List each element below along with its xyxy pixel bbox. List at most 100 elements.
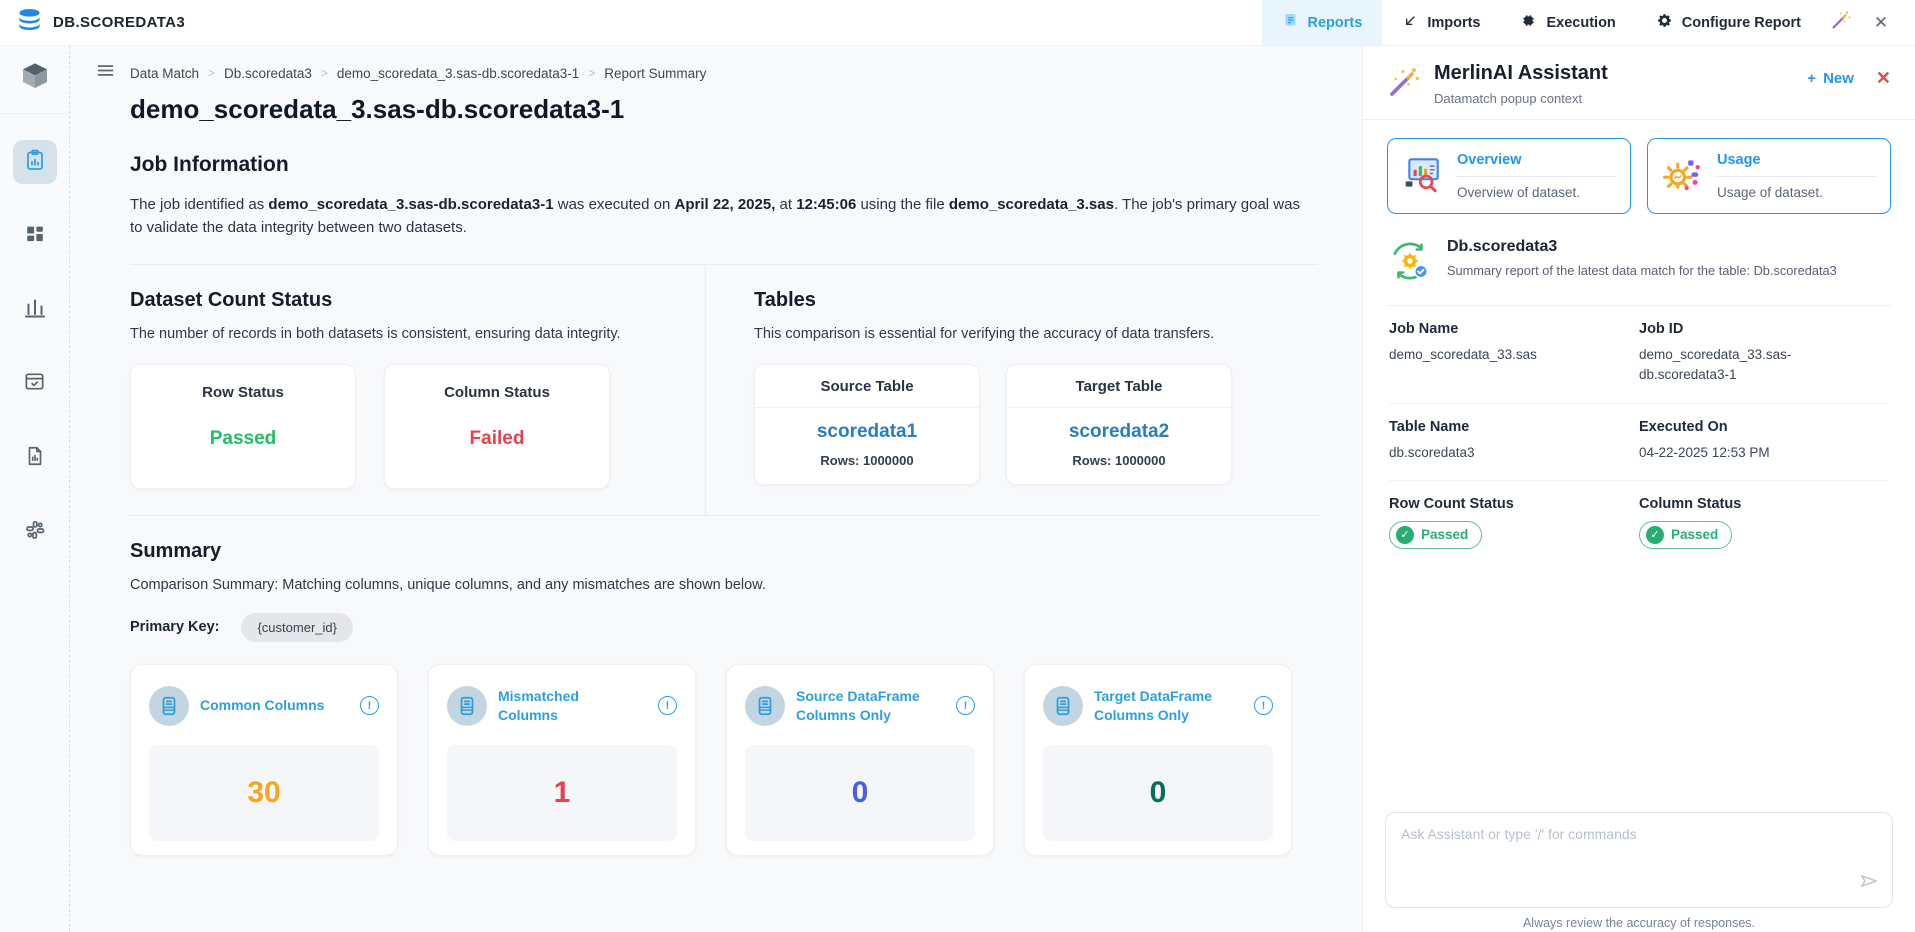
sidebar-item-reports[interactable] (13, 140, 57, 184)
row-status-label: Row Status (202, 384, 284, 401)
column-status-badge: ✓ Passed (1639, 521, 1732, 549)
sidebar-item-workflow[interactable] (13, 510, 57, 554)
assistant-footer-note: Always review the accuracy of responses. (1363, 908, 1915, 932)
new-chat-label: New (1823, 70, 1854, 87)
tables-section: Tables This comparison is essential for … (730, 265, 1318, 515)
database-logo-icon (16, 7, 43, 39)
app-header: DB.SCOREDATA3 Reports Imports Execution … (0, 0, 1915, 46)
tables-description: This comparison is essential for verifyi… (754, 326, 1318, 342)
job-id-value: demo_scoredata_33.sas-db.scoredata3-1 (1639, 345, 1869, 386)
job-name-value: demo_scoredata_33.sas (1389, 345, 1619, 365)
summary-section: Summary Comparison Summary: Matching col… (130, 516, 1318, 856)
reports-icon (1282, 12, 1299, 33)
tables-heading: Tables (754, 289, 1318, 312)
table-name-label: Table Name (1389, 419, 1639, 435)
source-table-label: Source Table (755, 365, 979, 408)
usage-card-title: Usage (1717, 152, 1876, 168)
check-icon: ✓ (1646, 526, 1664, 544)
sync-gear-check-icon (1387, 238, 1433, 289)
send-icon[interactable] (1858, 870, 1880, 897)
column-status-field: Column Status ✓ Passed (1639, 496, 1889, 549)
job-id-label: Job ID (1639, 321, 1889, 337)
nav-tab-imports-label: Imports (1427, 15, 1480, 31)
job-id-field: Job ID demo_scoredata_33.sas-db.scoredat… (1639, 321, 1889, 386)
target-dataframe-columns-card: Target DataFrame Columns Only ! 0 (1024, 664, 1292, 856)
assistant-close-button[interactable]: ✕ (1876, 68, 1891, 89)
row-count-status-badge-text: Passed (1421, 527, 1468, 542)
breadcrumb-db-scoredata3[interactable]: Db.scoredata3 (224, 66, 312, 81)
assistant-title: MerlinAI Assistant (1434, 62, 1608, 85)
executed-on-value: 04-22-2025 12:53 PM (1639, 443, 1869, 463)
source-dataframe-columns-card: Source DataFrame Columns Only ! 0 (726, 664, 994, 856)
close-icon: ✕ (1874, 13, 1888, 33)
column-status-badge-text: Passed (1671, 527, 1718, 542)
usage-card[interactable]: Usage Usage of dataset. (1647, 138, 1891, 214)
info-icon[interactable]: ! (658, 696, 677, 715)
executed-on-field: Executed On 04-22-2025 12:53 PM (1639, 419, 1889, 463)
magic-wand-icon (1830, 9, 1852, 36)
mismatched-columns-value: 1 (447, 745, 677, 841)
card-divider (1457, 176, 1616, 177)
nav-tab-reports[interactable]: Reports (1262, 0, 1383, 45)
workflow-icon (23, 518, 47, 547)
breadcrumb-report-summary[interactable]: Report Summary (604, 66, 706, 81)
window-close-button[interactable]: ✕ (1861, 0, 1901, 45)
mismatched-columns-card: Mismatched Columns ! 1 (428, 664, 696, 856)
card-divider (1717, 176, 1876, 177)
row-count-status-label: Row Count Status (1389, 496, 1639, 512)
summary-description: Comparison Summary: Matching columns, un… (130, 577, 1318, 593)
plus-icon: + (1807, 70, 1816, 87)
common-columns-value: 30 (149, 745, 379, 841)
row-count-status-field: Row Count Status ✓ Passed (1389, 496, 1639, 549)
breadcrumb-separator: > (208, 66, 215, 80)
dataset-count-description: The number of records in both datasets i… (130, 326, 705, 342)
bar-chart-icon (23, 296, 47, 325)
nav-tab-configure-report[interactable]: Configure Report (1636, 0, 1821, 45)
source-dataframe-columns-title: Source DataFrame Columns Only (796, 687, 924, 723)
sidebar-item-validation[interactable] (13, 362, 57, 406)
merlinai-assistant-panel: MerlinAI Assistant Datamatch popup conte… (1362, 46, 1915, 932)
info-icon[interactable]: ! (360, 696, 379, 715)
source-table-card: Source Table scoredata1 Rows: 1000000 (754, 364, 980, 485)
column-status-label: Column Status (444, 384, 550, 401)
app-title: DB.SCOREDATA3 (53, 14, 185, 31)
dataset-count-heading: Dataset Count Status (130, 289, 705, 312)
overview-illustration-icon (1402, 153, 1444, 200)
book-icon (745, 686, 785, 726)
usage-card-desc: Usage of dataset. (1717, 185, 1876, 200)
nav-tab-execution[interactable]: Execution (1500, 0, 1635, 45)
source-table-name[interactable]: scoredata1 (755, 421, 979, 443)
overview-card[interactable]: Overview Overview of dataset. (1387, 138, 1631, 214)
book-icon (149, 686, 189, 726)
brand: DB.SCOREDATA3 (16, 7, 185, 39)
source-dataframe-columns-value: 0 (745, 745, 975, 841)
info-icon[interactable]: ! (1254, 696, 1273, 715)
hamburger-menu-icon[interactable] (95, 60, 116, 86)
info-icon[interactable]: ! (956, 696, 975, 715)
row-count-status-badge: ✓ Passed (1389, 521, 1482, 549)
nav-tab-reports-label: Reports (1308, 15, 1363, 31)
target-table-name[interactable]: scoredata2 (1007, 421, 1231, 443)
assistant-subtitle: Datamatch popup context (1434, 91, 1608, 106)
chat-input[interactable] (1386, 813, 1892, 907)
breadcrumb-job[interactable]: demo_scoredata_3.sas-db.scoredata3-1 (337, 66, 579, 81)
breadcrumb-separator: > (588, 66, 595, 80)
configure-report-icon (1656, 12, 1673, 33)
sidebar-item-file-report[interactable] (13, 436, 57, 480)
new-chat-button[interactable]: + New (1807, 70, 1854, 87)
sidebar-item-dashboard[interactable] (13, 214, 57, 258)
primary-key-value-pill: {customer_id} (241, 613, 353, 642)
breadcrumb-data-match[interactable]: Data Match (130, 66, 199, 81)
nav-tab-imports[interactable]: Imports (1382, 0, 1500, 45)
table-name-field: Table Name db.scoredata3 (1389, 419, 1639, 463)
row-status-value: Passed (210, 428, 277, 450)
sidebar-item-analytics[interactable] (13, 288, 57, 332)
file-chart-icon (24, 445, 46, 472)
source-table-rows: Rows: 1000000 (755, 453, 979, 468)
usage-gear-icon (1662, 153, 1704, 200)
context-table-title: Db.scoredata3 (1447, 238, 1837, 256)
nav-tab-execution-label: Execution (1546, 15, 1615, 31)
imports-icon (1402, 13, 1418, 33)
job-information-heading: Job Information (130, 153, 1318, 177)
magic-wand-button[interactable] (1821, 0, 1861, 45)
